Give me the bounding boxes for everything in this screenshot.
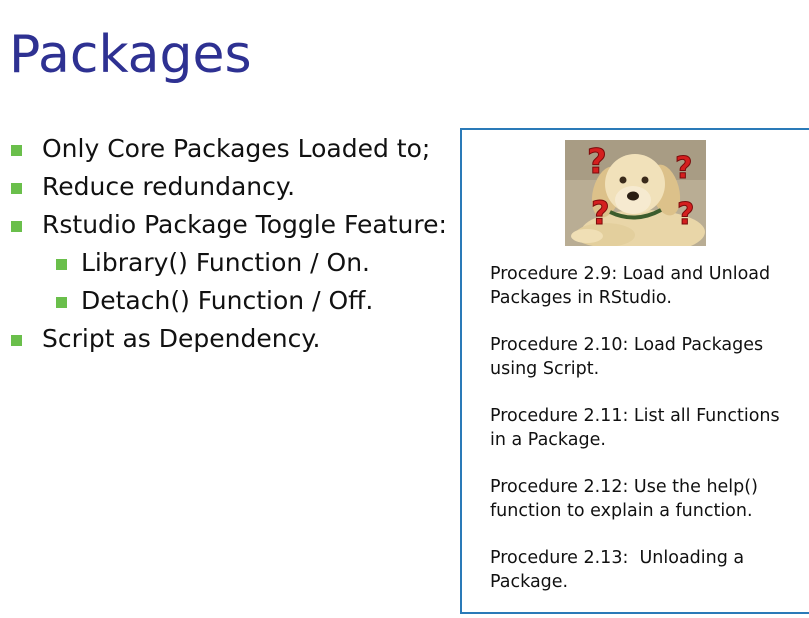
sub-bullet-item: Detach() Function / Off. — [0, 282, 447, 320]
bullet-item: Only Core Packages Loaded to; — [0, 130, 447, 168]
svg-text:?: ? — [587, 142, 607, 182]
sub-bullet-item: Library() Function / On. — [0, 244, 447, 282]
svg-text:?: ? — [675, 151, 692, 186]
procedure-item: Procedure 2.10: Load Packages using Scri… — [490, 335, 769, 379]
bullet-item: Reduce redundancy. — [0, 168, 447, 206]
slide-title: Packages — [9, 25, 252, 85]
bullet-text: Library() Function / On. — [81, 248, 370, 277]
square-bullet-icon — [56, 297, 67, 308]
square-bullet-icon — [11, 183, 22, 194]
square-bullet-icon — [11, 145, 22, 156]
bullet-text: Only Core Packages Loaded to; — [42, 134, 431, 163]
bullet-item: Rstudio Package Toggle Feature: — [0, 206, 447, 244]
procedure-sidebar: ? ? ? ? Procedure 2.9: Load and Unload P… — [460, 128, 809, 614]
bullet-item: Script as Dependency. — [0, 320, 447, 358]
procedure-item: Procedure 2.9: Load and Unload Packages … — [490, 264, 776, 308]
procedure-item: Procedure 2.13: Unloading a Package. — [490, 548, 750, 592]
procedure-item: Procedure 2.12: Use the help() function … — [490, 477, 764, 521]
bullet-text: Detach() Function / Off. — [81, 286, 374, 315]
bullet-list: Only Core Packages Loaded to; Reduce red… — [0, 130, 447, 358]
square-bullet-icon — [11, 221, 22, 232]
svg-text:?: ? — [677, 197, 694, 232]
confused-dog-image: ? ? ? ? — [565, 140, 706, 246]
procedure-item: Procedure 2.11: List all Functions in a … — [490, 406, 786, 450]
square-bullet-icon — [11, 335, 22, 346]
procedure-list: Procedure 2.9: Load and Unload Packages … — [490, 262, 795, 612]
square-bullet-icon — [56, 259, 67, 270]
bullet-text: Reduce redundancy. — [42, 172, 296, 201]
svg-text:?: ? — [591, 194, 610, 232]
bullet-text: Script as Dependency. — [42, 324, 321, 353]
bullet-text: Rstudio Package Toggle Feature: — [42, 210, 447, 239]
